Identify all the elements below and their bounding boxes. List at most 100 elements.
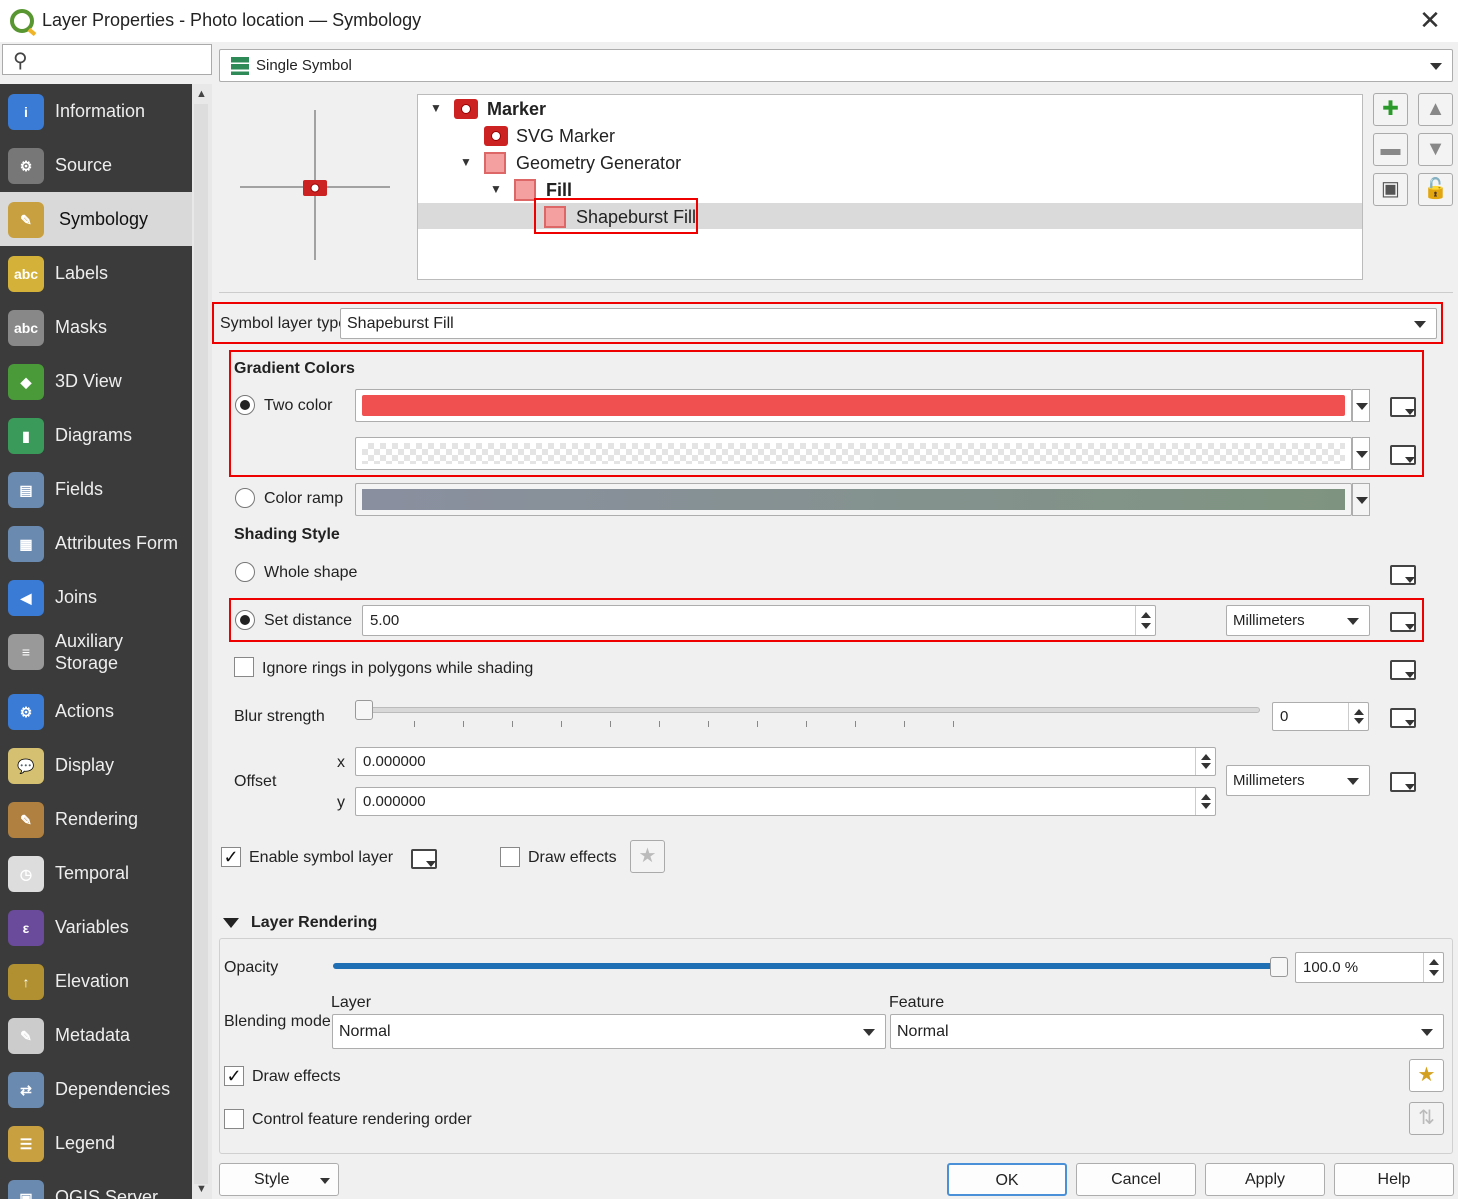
sidebar-item-actions[interactable]: ⚙ Actions [0, 684, 192, 738]
slider-tick [708, 721, 709, 727]
sidebar-item-masks[interactable]: abc Masks [0, 300, 192, 354]
offset-unit-select[interactable]: Millimeters [1226, 765, 1370, 796]
sidebar-item-diagrams[interactable]: ▮ Diagrams [0, 408, 192, 462]
blur-spinbox[interactable]: 0 [1272, 702, 1369, 731]
sidebar-item-legend[interactable]: ☰ Legend [0, 1116, 192, 1170]
close-icon[interactable]: ✕ [1416, 6, 1444, 34]
tree-item-svg-marker[interactable]: SVG Marker [516, 126, 615, 147]
color-ramp-button[interactable] [355, 483, 1352, 516]
layer-blend-select[interactable]: Normal [332, 1014, 886, 1049]
color1-dropdown[interactable] [1352, 389, 1370, 422]
data-defined-override-icon[interactable] [1385, 561, 1417, 587]
cancel-button[interactable]: Cancel [1076, 1163, 1196, 1196]
set-distance-radio[interactable] [235, 610, 255, 630]
color1-button[interactable] [355, 389, 1352, 422]
enable-symbol-layer-checkbox[interactable]: ✓ [221, 847, 241, 867]
distance-spinbox[interactable]: 5.00 [362, 605, 1156, 636]
apply-button[interactable]: Apply [1205, 1163, 1325, 1196]
variables-icon: ε [8, 910, 44, 946]
sidebar-item-display[interactable]: 💬 Display [0, 738, 192, 792]
renderer-select[interactable]: Single Symbol [219, 49, 1453, 82]
data-defined-override-icon[interactable] [1385, 768, 1417, 794]
tree-item-shapeburst-fill[interactable]: Shapeburst Fill [576, 207, 696, 228]
layer-draw-effects-label: Draw effects [252, 1068, 341, 1085]
help-button[interactable]: Help [1334, 1163, 1454, 1196]
collapse-layer-rendering-icon[interactable] [223, 918, 239, 928]
blur-slider-track[interactable] [358, 707, 1260, 713]
layer-blend-value: Normal [339, 1023, 391, 1040]
sidebar-item-source[interactable]: ⚙ Source [0, 138, 192, 192]
opacity-slider-handle[interactable] [1270, 957, 1288, 977]
sidebar-item-3d-view[interactable]: ◆ 3D View [0, 354, 192, 408]
effects-star-icon[interactable]: ★ [630, 840, 665, 873]
offset-y-spinbox[interactable]: 0.000000 [355, 787, 1216, 816]
color-ramp-radio[interactable] [235, 488, 255, 508]
data-defined-override-icon[interactable] [1385, 441, 1417, 467]
remove-layer-icon[interactable]: ▬ [1373, 133, 1408, 166]
draw-effects-checkbox[interactable] [500, 847, 520, 867]
search-input[interactable]: ⚲ [2, 44, 212, 75]
scroll-up-icon[interactable]: ▲ [196, 88, 207, 100]
distance-stepper[interactable] [1135, 606, 1155, 635]
sidebar-item-temporal[interactable]: ◷ Temporal [0, 846, 192, 900]
whole-shape-radio[interactable] [235, 562, 255, 582]
two-color-radio[interactable] [235, 395, 255, 415]
scroll-down-icon[interactable]: ▼ [196, 1183, 207, 1195]
opacity-slider-track[interactable] [333, 963, 1279, 969]
sort-order-icon[interactable]: ⇅ [1409, 1102, 1444, 1135]
tree-item-geometry-generator[interactable]: Geometry Generator [516, 153, 681, 174]
data-defined-override-icon[interactable] [1385, 393, 1417, 419]
symbol-layer-type-select[interactable]: Shapeburst Fill [340, 308, 1437, 339]
data-defined-override-icon[interactable] [1385, 608, 1417, 634]
style-button[interactable]: Style [219, 1163, 339, 1196]
distance-unit-select[interactable]: Millimeters [1226, 605, 1370, 636]
data-defined-override-icon[interactable] [1385, 656, 1417, 682]
move-up-icon[interactable]: ▲ [1418, 93, 1453, 126]
lock-icon[interactable]: 🔓 [1418, 173, 1453, 206]
tree-item-marker[interactable]: Marker [487, 99, 546, 120]
scrollbar-thumb[interactable] [194, 104, 208, 1184]
color-ramp-dropdown[interactable] [1352, 483, 1370, 516]
sidebar-item-auxiliary-storage[interactable]: ≡ Auxiliary Storage [0, 624, 192, 678]
ok-button[interactable]: OK [947, 1163, 1067, 1196]
feature-blend-select[interactable]: Normal [890, 1014, 1444, 1049]
offset-y-stepper[interactable] [1195, 788, 1215, 815]
color2-button[interactable] [355, 437, 1352, 470]
sidebar-item-fields[interactable]: ▤ Fields [0, 462, 192, 516]
sidebar-item-joins[interactable]: ◀ Joins [0, 570, 192, 624]
sidebar-item-variables[interactable]: ε Variables [0, 900, 192, 954]
sidebar-item-rendering[interactable]: ✎ Rendering [0, 792, 192, 846]
color2-dropdown[interactable] [1352, 437, 1370, 470]
sidebar-item-labels[interactable]: abc Labels [0, 246, 192, 300]
sidebar-item-elevation[interactable]: ↑ Elevation [0, 954, 192, 1008]
duplicate-layer-icon[interactable]: ▣ [1373, 173, 1408, 206]
data-defined-override-icon[interactable] [1385, 704, 1417, 730]
sidebar-item-symbology[interactable]: ✎ Symbology [0, 192, 192, 246]
effects-star-icon[interactable]: ★ [1409, 1059, 1444, 1092]
offset-x-stepper[interactable] [1195, 748, 1215, 775]
ignore-rings-checkbox[interactable] [234, 657, 254, 677]
tree-item-fill[interactable]: Fill [546, 180, 572, 201]
symbol-layer-tree[interactable]: ▼ Marker SVG Marker ▼ Geometry Generator… [417, 94, 1363, 280]
sidebar-item-information[interactable]: i Information [0, 84, 192, 138]
add-layer-icon[interactable]: ✚ [1373, 93, 1408, 126]
opacity-spinbox[interactable]: 100.0 % [1295, 952, 1444, 983]
opacity-stepper[interactable] [1423, 953, 1443, 982]
offset-x-spinbox[interactable]: 0.000000 [355, 747, 1216, 776]
collapse-fill-icon[interactable]: ▼ [490, 182, 502, 196]
blur-stepper[interactable] [1348, 703, 1368, 730]
sidebar-item-dependencies[interactable]: ⇄ Dependencies [0, 1062, 192, 1116]
collapse-geometry-icon[interactable]: ▼ [460, 155, 472, 169]
collapse-marker-icon[interactable]: ▼ [430, 101, 442, 115]
sidebar-scrollbar[interactable]: ▲ ▼ [192, 84, 212, 1199]
search-icon: ⚲ [13, 50, 28, 72]
data-defined-override-icon[interactable] [406, 845, 438, 871]
sidebar-item-attributes-form[interactable]: ▦ Attributes Form [0, 516, 192, 570]
layer-rendering-heading: Layer Rendering [251, 914, 378, 931]
sidebar-item-qgis-server[interactable]: ▣ QGIS Server [0, 1170, 192, 1199]
control-order-checkbox[interactable] [224, 1109, 244, 1129]
layer-draw-effects-checkbox[interactable]: ✓ [224, 1066, 244, 1086]
sidebar-item-metadata[interactable]: ✎ Metadata [0, 1008, 192, 1062]
blur-slider-handle[interactable] [355, 700, 373, 720]
move-down-icon[interactable]: ▼ [1418, 133, 1453, 166]
